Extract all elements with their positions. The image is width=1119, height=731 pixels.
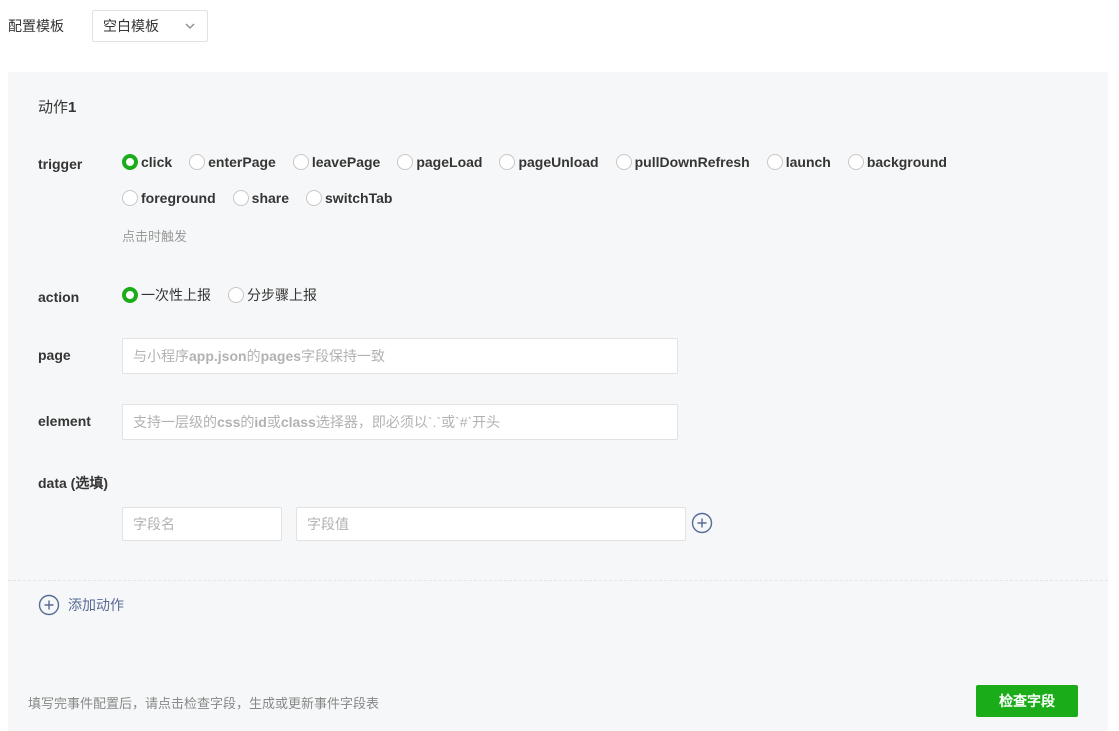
- template-row: 配置模板 空白模板: [8, 10, 208, 42]
- element-placeholder-part: class: [280, 414, 316, 430]
- action-title: 动作1: [38, 96, 76, 117]
- trigger-option-label: enterPage: [208, 154, 276, 170]
- report-option-steps[interactable]: 分步骤上报: [228, 285, 317, 305]
- page-label: page: [38, 347, 71, 363]
- page-placeholder-part: 与小程序: [133, 348, 189, 364]
- divider: [8, 580, 1108, 581]
- page-placeholder-part: app.json: [189, 348, 247, 364]
- trigger-option-label: switchTab: [325, 190, 393, 206]
- element-label: element: [38, 413, 91, 429]
- radio-icon: [189, 154, 206, 170]
- radio-icon: [499, 154, 516, 170]
- trigger-radio-row-2: foreground share switchTab: [122, 188, 409, 208]
- check-fields-button[interactable]: 检查字段: [976, 685, 1078, 717]
- plus-circle-icon: [38, 594, 60, 616]
- radio-icon: [306, 190, 323, 206]
- trigger-option-label: share: [251, 190, 290, 206]
- trigger-option-label: background: [866, 154, 947, 170]
- trigger-option-label: leavePage: [311, 154, 381, 170]
- report-option-label: 一次性上报: [141, 287, 211, 303]
- trigger-option-launch[interactable]: launch: [766, 154, 831, 170]
- page-input[interactable]: 与小程序 app.json 的 pages 字段保持一致: [122, 338, 678, 374]
- data-value-input[interactable]: 字段值: [296, 507, 686, 541]
- template-label: 配置模板: [8, 18, 64, 34]
- trigger-option-foreground[interactable]: foreground: [122, 190, 216, 206]
- data-value-placeholder: 字段值: [307, 516, 349, 532]
- radio-icon: [228, 287, 244, 303]
- radio-icon: [232, 190, 249, 206]
- template-select-value: 空白模板: [103, 18, 159, 34]
- radio-checked-icon: [122, 154, 138, 170]
- element-placeholder-part: id: [254, 414, 267, 430]
- radio-icon: [292, 154, 309, 170]
- trigger-option-click[interactable]: click: [122, 154, 172, 170]
- trigger-option-label: pageUnload: [518, 154, 599, 170]
- trigger-option-label: pageLoad: [416, 154, 483, 170]
- template-select[interactable]: 空白模板: [92, 10, 208, 42]
- radio-icon: [397, 154, 414, 170]
- trigger-option-pulldownrefresh[interactable]: pullDownRefresh: [615, 154, 750, 170]
- report-mode-label: action: [38, 289, 80, 305]
- data-label: data (选填): [38, 475, 108, 491]
- trigger-option-pageunload[interactable]: pageUnload: [499, 154, 599, 170]
- page-placeholder-part: 的: [246, 348, 261, 364]
- report-mode-radio-row: 一次性上报 分步骤上报: [122, 285, 334, 305]
- trigger-option-label: pullDownRefresh: [634, 154, 750, 170]
- action-config-panel: 动作1 trigger click enterPage leavePage pa…: [8, 72, 1108, 731]
- trigger-option-share[interactable]: share: [232, 190, 290, 206]
- element-placeholder-part: 的: [240, 414, 255, 430]
- footer-hint: 填写完事件配置后，请点击检查字段，生成或更新事件字段表: [28, 696, 380, 711]
- trigger-option-label: launch: [785, 154, 831, 170]
- element-input[interactable]: 支持一层级的 css 的 id 或 class 选择器，即必须以`.`或`#`开头: [122, 404, 678, 440]
- page-placeholder-part: 字段保持一致: [301, 348, 386, 364]
- radio-icon: [122, 190, 138, 206]
- action-title-prefix: 动作: [38, 99, 69, 116]
- trigger-option-background[interactable]: background: [847, 154, 947, 170]
- element-placeholder-part: 或: [266, 414, 281, 430]
- trigger-radio-row-1: click enterPage leavePage pageLoad pageU…: [122, 152, 964, 172]
- trigger-option-label: foreground: [141, 190, 216, 206]
- trigger-option-leavepage[interactable]: leavePage: [292, 154, 381, 170]
- trigger-option-enterpage[interactable]: enterPage: [189, 154, 276, 170]
- radio-icon: [766, 154, 783, 170]
- add-action-label: 添加动作: [68, 597, 124, 613]
- add-field-plus-icon[interactable]: [691, 512, 713, 534]
- add-action-button[interactable]: 添加动作: [38, 594, 124, 616]
- trigger-label: trigger: [38, 156, 83, 172]
- element-placeholder-part: css: [217, 414, 241, 430]
- trigger-hint: 点击时触发: [122, 229, 188, 244]
- element-placeholder-part: 支持一层级的: [133, 414, 217, 430]
- data-name-placeholder: 字段名: [133, 516, 175, 532]
- report-option-once[interactable]: 一次性上报: [122, 285, 211, 305]
- page-placeholder-part: pages: [260, 348, 302, 364]
- trigger-option-switchtab[interactable]: switchTab: [306, 190, 392, 206]
- radio-icon: [615, 154, 632, 170]
- trigger-option-pageload[interactable]: pageLoad: [397, 154, 482, 170]
- element-placeholder-part: 选择器，即必须以`.`或`#`开头: [315, 414, 501, 430]
- trigger-option-label: click: [141, 154, 173, 170]
- radio-icon: [847, 154, 864, 170]
- report-option-label: 分步骤上报: [247, 287, 317, 303]
- data-name-input[interactable]: 字段名: [122, 507, 282, 541]
- action-title-number: 1: [68, 99, 77, 116]
- chevron-down-icon: [185, 23, 195, 29]
- radio-checked-icon: [122, 287, 138, 303]
